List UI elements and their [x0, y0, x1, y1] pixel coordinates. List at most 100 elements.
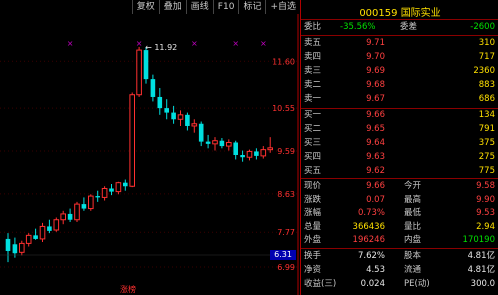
candle-body — [177, 114, 184, 120]
fundamental-label: 股本 — [404, 251, 422, 261]
overlay-button[interactable]: 叠加 — [158, 0, 186, 14]
ask-row[interactable]: 卖五 9.71 310 — [304, 38, 497, 49]
crosshair-price-tag: 6.31 — [270, 250, 296, 260]
bid-volume: 791 — [478, 124, 495, 134]
stat-value: 170190 — [462, 235, 495, 245]
draw-line-button[interactable]: 画线 — [185, 0, 213, 14]
fundamental-row[interactable]: 净资 4.53 流通 4.81亿 — [304, 265, 497, 276]
fundamental-row[interactable]: 换手 7.62% 股本 4.81亿 — [304, 251, 497, 262]
stat-value: 196246 — [352, 235, 385, 245]
divider — [301, 19, 498, 20]
ask-label: 卖一 — [304, 94, 322, 104]
stat-row[interactable]: 总量 366436 量比 2.94 — [304, 222, 497, 233]
ask-volume: 883 — [478, 80, 495, 90]
chart-toolbar: 复权 叠加 画线 F10 标记 +自选 — [131, 0, 300, 14]
bid-row[interactable]: 买五 9.62 775 — [304, 166, 497, 177]
candle-body — [129, 94, 135, 187]
ask-price: 9.68 — [366, 80, 385, 90]
ask-price: 9.67 — [366, 94, 385, 104]
ask-price: 9.70 — [366, 52, 385, 62]
candle-body — [95, 196, 100, 198]
fundamental-label: 净资 — [304, 265, 322, 275]
bottom-ranking-label[interactable]: 涨榜 — [120, 284, 136, 295]
order-ratio-row: 委比 -35.56% 委差 -2600 — [304, 22, 495, 32]
ask-row[interactable]: 卖二 9.68 883 — [304, 80, 497, 91]
bid-row[interactable]: 买四 9.63 275 — [304, 152, 497, 163]
stat-label: 最低 — [404, 208, 422, 218]
stock-header[interactable]: 000159 国际实业 — [301, 4, 498, 19]
divider — [301, 178, 498, 179]
candle-body — [185, 114, 190, 126]
fundamental-value: 4.53 — [366, 265, 385, 275]
kline-chart[interactable]: 11.6010.559.598.637.776.99× × × × ×← 11.92 — [0, 0, 300, 295]
fundamental-value: 300.0 — [470, 279, 495, 289]
bid-row[interactable]: 买二 9.65 791 — [304, 124, 497, 135]
candle-body — [171, 112, 176, 120]
candle-body — [157, 96, 163, 109]
candle-body — [67, 213, 73, 220]
stat-value: 9.66 — [366, 181, 385, 191]
bid-row[interactable]: 买一 9.66 134 — [304, 110, 497, 121]
price-axis-label: 9.59 — [277, 147, 295, 156]
stat-label: 涨幅 — [304, 208, 322, 218]
ask-volume: 2360 — [473, 66, 495, 76]
ask-row[interactable]: 卖四 9.70 717 — [304, 52, 497, 63]
candle-body — [53, 219, 60, 231]
stat-value: 0.07 — [366, 194, 385, 205]
candle-body — [25, 234, 32, 244]
candle-body — [60, 213, 67, 221]
ask-volume: 717 — [478, 52, 495, 62]
fundamental-value: 4.81亿 — [467, 265, 495, 275]
f10-button[interactable]: F10 — [212, 0, 239, 14]
bid-row[interactable]: 买三 9.64 375 — [304, 138, 497, 149]
order-ratio-value: -35.56% — [340, 22, 376, 32]
fundamental-row[interactable]: 收益(三) 0.024 PE(动) 300.0 — [304, 279, 497, 290]
divider — [301, 108, 498, 109]
stat-value: 9.90 — [476, 194, 495, 205]
stat-row[interactable]: 涨幅 0.73% 最低 9.53 — [304, 208, 497, 219]
candle-body — [254, 151, 259, 156]
stat-row[interactable]: 外盘 196246 内盘 170190 — [304, 235, 497, 246]
candle-body — [233, 142, 238, 155]
candle-body — [33, 235, 38, 239]
ask-price: 9.71 — [366, 38, 385, 48]
ask-row[interactable]: 卖三 9.69 2360 — [304, 66, 497, 77]
ask-price: 9.69 — [366, 66, 385, 76]
bid-label: 买四 — [304, 152, 322, 162]
bid-price: 9.64 — [366, 138, 385, 148]
bid-price: 9.66 — [366, 110, 385, 120]
stat-value: 2.94 — [476, 221, 495, 232]
stat-row[interactable]: 涨跌 0.07 最高 9.90 — [304, 195, 497, 206]
fundamental-value: 0.024 — [360, 279, 385, 289]
ask-label: 卖三 — [304, 66, 322, 76]
price-axis-label: 8.63 — [277, 190, 295, 199]
stat-value: 9.58 — [476, 181, 495, 191]
ask-row[interactable]: 卖一 9.67 686 — [304, 94, 497, 105]
fundamental-label: 收益(三) — [304, 279, 337, 289]
divider — [301, 248, 498, 249]
candle-body — [12, 244, 18, 254]
order-diff-value: -2600 — [470, 22, 495, 32]
mark-button[interactable]: 标记 — [238, 0, 265, 14]
candle-body — [5, 238, 11, 251]
candle-body — [260, 149, 267, 157]
stat-label: 涨跌 — [304, 194, 322, 205]
stat-row[interactable]: 现价 9.66 今开 9.58 — [304, 181, 497, 192]
ask-label: 卖二 — [304, 80, 322, 90]
bid-price: 9.62 — [366, 166, 385, 176]
bid-volume: 275 — [478, 152, 495, 162]
fundamental-label: PE(动) — [404, 279, 430, 289]
signal-marker: × — [67, 39, 74, 48]
bid-price: 9.65 — [366, 124, 385, 134]
add-watchlist-button[interactable]: +自选 — [265, 0, 300, 14]
candle-body — [123, 182, 128, 187]
restore-rights-button[interactable]: 复权 — [131, 0, 159, 14]
candle-body — [81, 204, 87, 209]
bid-label: 买一 — [304, 110, 322, 120]
signal-marker: × — [260, 39, 267, 48]
fundamental-value: 7.62% — [357, 251, 385, 261]
kline-chart-panel[interactable]: 11.60 10.55 9.59 8.63 7.77 6.99 × × × × × ← 11.92 6… — [0, 0, 300, 295]
candle-body — [74, 203, 80, 221]
bid-label: 买二 — [304, 124, 322, 134]
stat-label: 外盘 — [304, 235, 322, 245]
